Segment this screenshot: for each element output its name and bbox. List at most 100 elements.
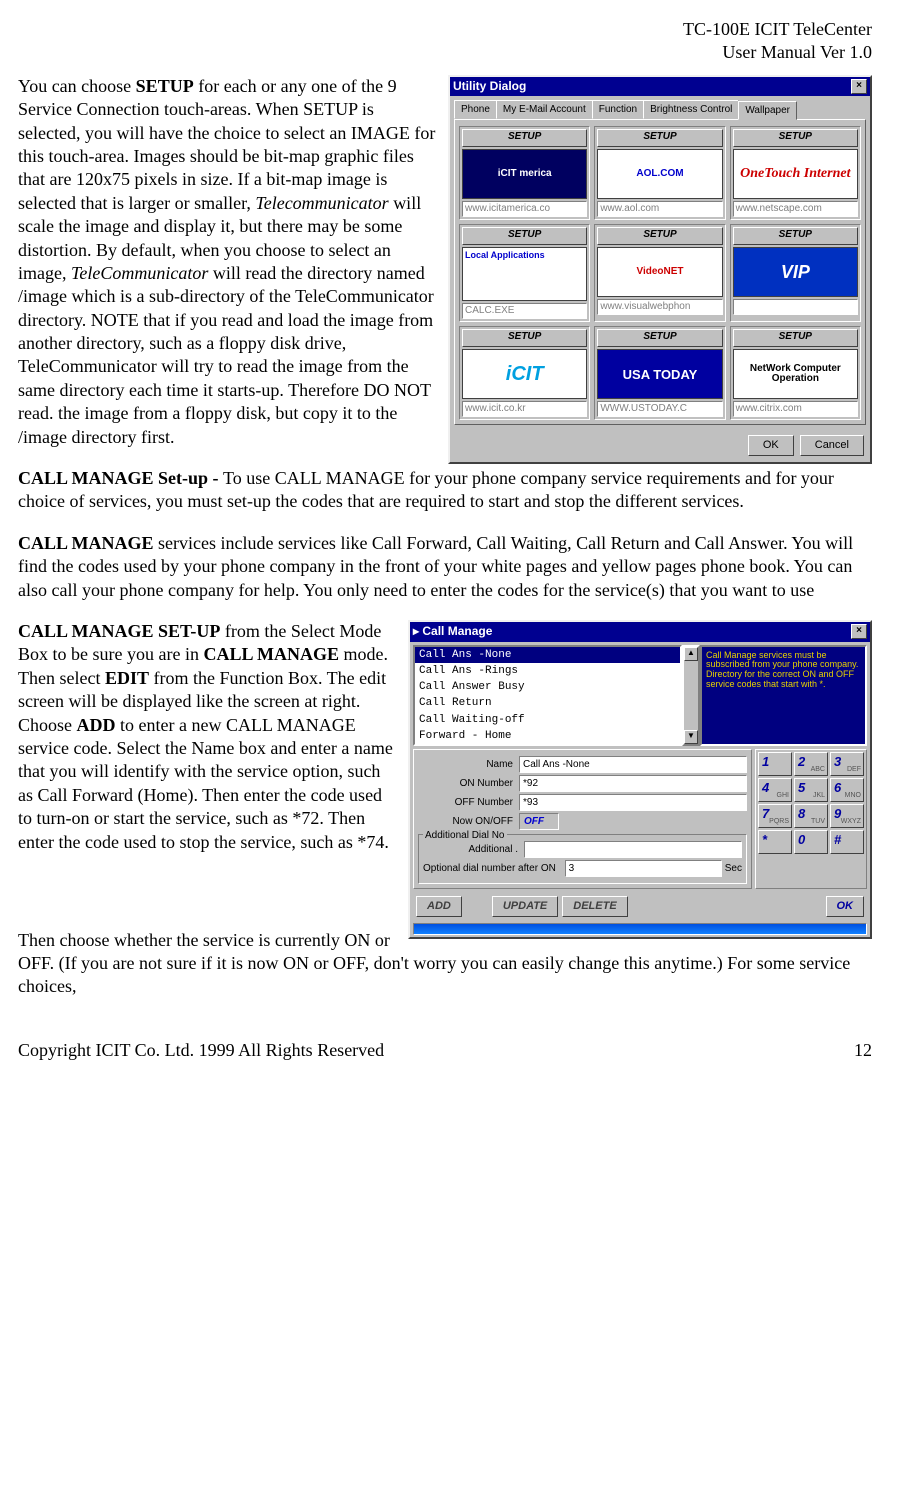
setup-button[interactable]: SETUP [597,129,722,147]
help-panel: Call Manage services must be subscribed … [700,645,867,747]
list-item[interactable]: Forward - Home [415,728,680,744]
off-label: OFF Number [418,796,519,809]
close-icon[interactable]: × [851,79,867,94]
paragraph-5: Then choose whether the service is curre… [18,929,872,999]
wallpaper-cell-0: SETUP iCIT merica www.icitamerica.co [459,126,590,220]
thumb-aol[interactable]: AOL.COM [597,149,722,199]
tab-function[interactable]: Function [592,100,644,119]
thumb-videonet[interactable]: VideoNET [597,247,722,297]
list-item[interactable]: Call Waiting-off [415,712,680,728]
thumb-onetouch[interactable]: OneTouch Internet [733,149,858,199]
sec-label: Sec [725,862,742,875]
setup-button[interactable]: SETUP [733,227,858,245]
list-item[interactable]: Call Return [415,695,680,711]
setup-button[interactable]: SETUP [462,129,587,147]
additional-field[interactable] [524,841,742,858]
wallpaper-cell-7: SETUP USA TODAY WWW.USTODAY.C [594,326,725,420]
setup-button[interactable]: SETUP [597,329,722,347]
page-header: TC-100E ICIT TeleCenter User Manual Ver … [18,18,872,65]
tab-brightness[interactable]: Brightness Control [643,100,739,119]
setup-button[interactable]: SETUP [733,329,858,347]
utility-dialog-title: Utility Dialog [453,79,526,95]
thumb-local-apps[interactable]: Local Applications [462,247,587,301]
thumb-usatoday[interactable]: USA TODAY [597,349,722,399]
service-list[interactable]: Call Ans -None Call Ans -Rings Call Answ… [413,645,682,747]
key-4[interactable]: 4GHI [758,778,792,802]
page-number: 12 [854,1039,872,1062]
wallpaper-grid: SETUP iCIT merica www.icitamerica.co SET… [459,126,861,420]
off-number-field[interactable]: *93 [519,794,747,811]
tab-wallpaper[interactable]: Wallpaper [738,101,797,120]
thumb-vip[interactable]: VIP [733,247,858,297]
key-5[interactable]: 5JKL [794,778,828,802]
status-bar [413,923,867,935]
key-8[interactable]: 8TUV [794,804,828,828]
url-input-0[interactable]: www.icitamerica.co [462,201,587,217]
call-manage-dialog: ▸ Call Manage × Call Ans -None Call Ans … [408,620,872,939]
paragraph-2: CALL MANAGE Set-up - To use CALL MANAGE … [18,467,872,514]
key-3[interactable]: 3DEF [830,752,864,776]
wallpaper-cell-5: SETUP VIP [730,224,861,322]
additional-label: Additional . [423,843,524,856]
key-9[interactable]: 9WXYZ [830,804,864,828]
thumb-icit[interactable]: iCIT merica [462,149,587,199]
url-input-4[interactable]: www.visualwebphon [597,299,722,315]
scrollbar[interactable]: ▲ ▼ [682,645,700,747]
keypad: 1 2ABC 3DEF 4GHI 5JKL 6MNO 7PQRS 8TUV 9W… [755,749,867,889]
list-item[interactable]: Call Ans -None [415,647,680,663]
update-button[interactable]: UPDATE [492,896,558,916]
form-area: NameCall Ans -None ON Number*92 OFF Numb… [413,749,752,889]
cancel-button[interactable]: Cancel [800,435,864,455]
close-icon[interactable]: × [851,624,867,639]
list-item[interactable]: Call Answer Busy [415,679,680,695]
scroll-down-icon[interactable]: ▼ [684,730,698,744]
wallpaper-cell-6: SETUP iCIT www.icit.co.kr [459,326,590,420]
wallpaper-cell-8: SETUP NetWork Computer Operation www.cit… [730,326,861,420]
url-input-7[interactable]: WWW.USTODAY.C [597,401,722,417]
optional-sec-field[interactable]: 3 [565,860,722,877]
url-input-1[interactable]: www.aol.com [597,201,722,217]
key-1[interactable]: 1 [758,752,792,776]
ok-button[interactable]: OK [748,435,794,455]
list-item[interactable]: Call Ans -Rings [415,663,680,679]
url-input-2[interactable]: www.netscape.com [733,201,858,217]
wallpaper-cell-3: SETUP Local Applications CALC.EXE [459,224,590,322]
tab-phone[interactable]: Phone [454,100,497,119]
name-field[interactable]: Call Ans -None [519,756,747,773]
url-input-3[interactable]: CALC.EXE [462,303,587,319]
key-star[interactable]: * [758,830,792,854]
on-number-field[interactable]: *92 [519,775,747,792]
header-line1: TC-100E ICIT TeleCenter [683,19,872,39]
setup-button[interactable]: SETUP [733,129,858,147]
ok-button[interactable]: OK [826,896,865,916]
setup-button[interactable]: SETUP [462,227,587,245]
tab-row: Phone My E-Mail Account Function Brightn… [450,96,870,119]
page-footer: Copyright ICIT Co. Ltd. 1999 All Rights … [18,1039,872,1062]
setup-button[interactable]: SETUP [597,227,722,245]
add-button[interactable]: ADD [416,896,462,916]
wallpaper-cell-4: SETUP VideoNET www.visualwebphon [594,224,725,322]
url-input-8[interactable]: www.citrix.com [733,401,858,417]
wallpaper-cell-2: SETUP OneTouch Internet www.netscape.com [730,126,861,220]
name-label: Name [418,758,519,771]
header-line2: User Manual Ver 1.0 [722,42,872,62]
key-0[interactable]: 0 [794,830,828,854]
thumb-nwc[interactable]: NetWork Computer Operation [733,349,858,399]
tab-email[interactable]: My E-Mail Account [496,100,593,119]
paragraph-3: CALL MANAGE services include services li… [18,532,872,602]
utility-dialog: Utility Dialog × Phone My E-Mail Account… [448,75,872,464]
key-6[interactable]: 6MNO [830,778,864,802]
key-2[interactable]: 2ABC [794,752,828,776]
wallpaper-cell-1: SETUP AOL.COM www.aol.com [594,126,725,220]
url-input-5[interactable] [733,299,858,315]
url-input-6[interactable]: www.icit.co.kr [462,401,587,417]
key-7[interactable]: 7PQRS [758,804,792,828]
key-hash[interactable]: # [830,830,864,854]
on-label: ON Number [418,777,519,790]
thumb-icitkr[interactable]: iCIT [462,349,587,399]
call-manage-title: ▸ Call Manage [413,624,492,640]
setup-button[interactable]: SETUP [462,329,587,347]
delete-button[interactable]: DELETE [562,896,627,916]
scroll-up-icon[interactable]: ▲ [684,647,698,661]
now-toggle[interactable]: OFF [519,813,559,830]
